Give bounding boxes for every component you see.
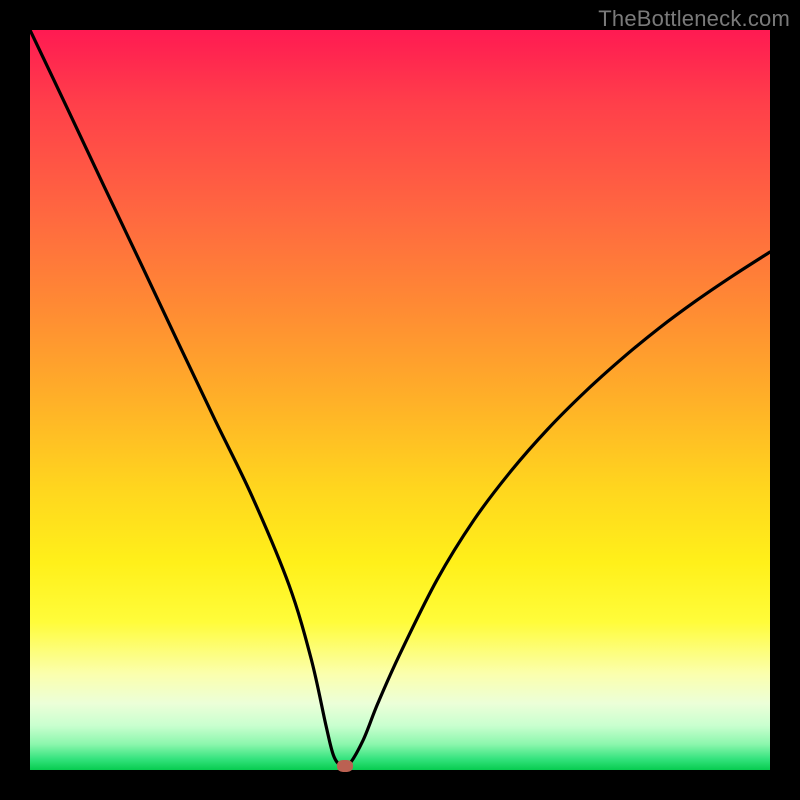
plot-area xyxy=(30,30,770,770)
watermark-text: TheBottleneck.com xyxy=(598,6,790,32)
optimal-marker xyxy=(337,760,353,772)
chart-frame: TheBottleneck.com xyxy=(0,0,800,800)
bottleneck-curve xyxy=(30,30,770,768)
curve-svg xyxy=(30,30,770,770)
